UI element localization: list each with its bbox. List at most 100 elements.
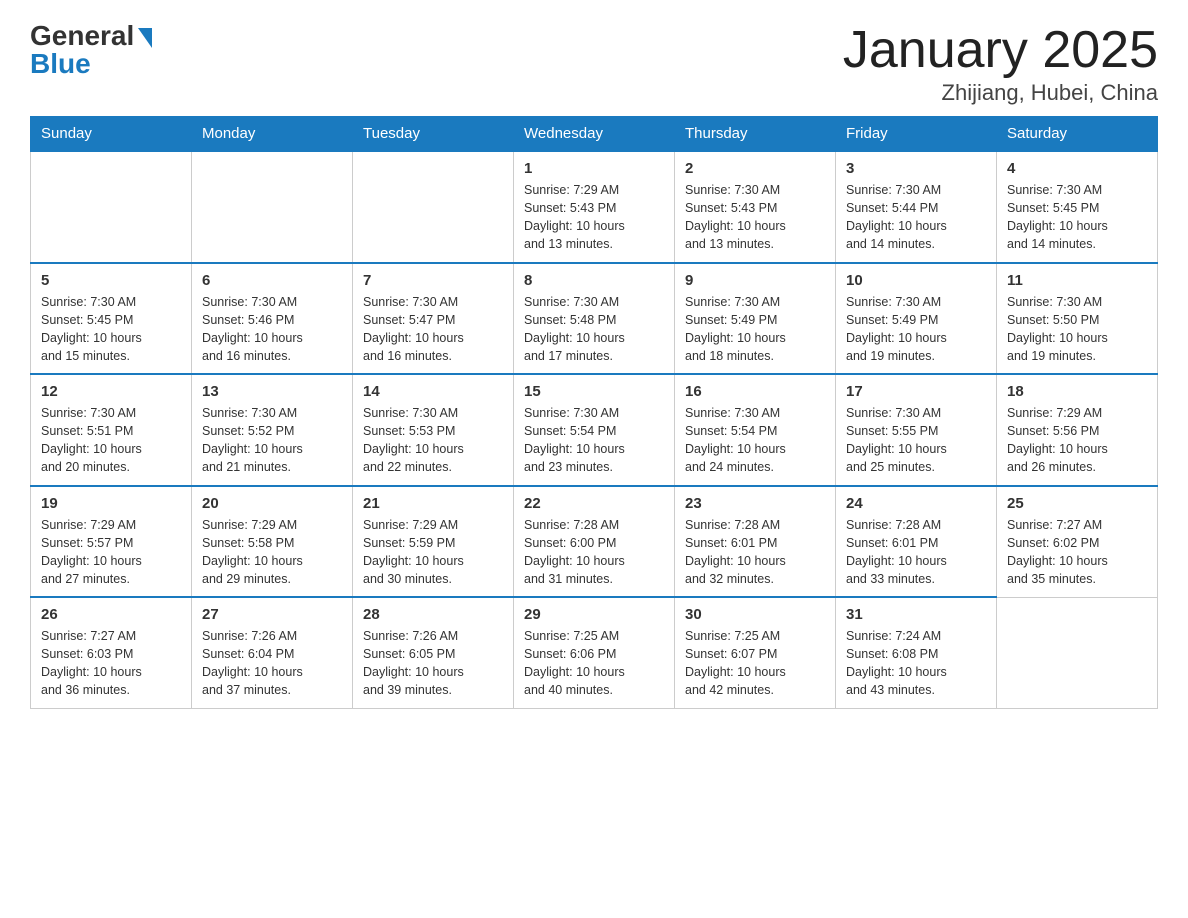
day-info: Sunrise: 7:30 AMSunset: 5:48 PMDaylight:… [524,293,664,366]
calendar-cell: 6 Sunrise: 7:30 AMSunset: 5:46 PMDaylight… [192,263,353,375]
week-row-2: 5 Sunrise: 7:30 AMSunset: 5:45 PMDaylight… [31,263,1158,375]
calendar-cell: 24Sunrise: 7:28 AMSunset: 6:01 PMDayligh… [836,486,997,598]
title-block: January 2025 Zhijiang, Hubei, China [843,20,1158,106]
day-number: 13 [202,383,342,400]
day-number: 25 [1007,495,1147,512]
calendar-cell: 7 Sunrise: 7:30 AMSunset: 5:47 PMDaylight… [353,263,514,375]
calendar-cell: 2Sunrise: 7:30 AMSunset: 5:43 PMDaylight… [675,151,836,263]
day-info: Sunrise: 7:30 AMSunset: 5:44 PMDaylight:… [846,181,986,254]
calendar-cell: 1Sunrise: 7:29 AMSunset: 5:43 PMDaylight… [514,151,675,263]
weekday-header-row: SundayMondayTuesdayWednesdayThursdayFrid… [31,117,1158,152]
weekday-header-tuesday: Tuesday [353,117,514,152]
day-number: 16 [685,383,825,400]
day-number: 23 [685,495,825,512]
calendar-table: SundayMondayTuesdayWednesdayThursdayFrid… [30,116,1158,709]
day-info: Sunrise: 7:28 AMSunset: 6:01 PMDaylight:… [685,516,825,589]
logo: General Blue [30,20,152,80]
calendar-cell: 13 Sunrise: 7:30 AMSunset: 5:52 PMDayligh… [192,374,353,486]
day-number: 18 [1007,383,1147,400]
calendar-cell: 11 Sunrise: 7:30 AMSunset: 5:50 PMDayligh… [997,263,1158,375]
calendar-cell [31,151,192,263]
day-info: Sunrise: 7:30 AMSunset: 5:50 PMDaylight:… [1007,293,1147,366]
calendar-cell [997,597,1158,708]
weekday-header-monday: Monday [192,117,353,152]
day-number: 2 [685,160,825,177]
page-header: General Blue January 2025 Zhijiang, Hube… [30,20,1158,106]
day-number: 8 [524,272,664,289]
calendar-cell: 19 Sunrise: 7:29 AMSunset: 5:57 PMDayligh… [31,486,192,598]
day-info: Sunrise: 7:30 AMSunset: 5:49 PMDaylight:… [685,293,825,366]
calendar-cell: 23 Sunrise: 7:28 AMSunset: 6:01 PMDayligh… [675,486,836,598]
day-info: Sunrise: 7:28 AMSunset: 6:01 PMDaylight:… [846,516,986,589]
calendar-cell: 3 Sunrise: 7:30 AMSunset: 5:44 PMDaylight… [836,151,997,263]
day-info: Sunrise: 7:30 AMSunset: 5:46 PMDaylight:… [202,293,342,366]
calendar-cell: 18 Sunrise: 7:29 AMSunset: 5:56 PMDayligh… [997,374,1158,486]
day-number: 17 [846,383,986,400]
day-info: Sunrise: 7:29 AMSunset: 5:58 PMDaylight:… [202,516,342,589]
day-number: 14 [363,383,503,400]
calendar-cell: 14 Sunrise: 7:30 AMSunset: 5:53 PMDayligh… [353,374,514,486]
calendar-cell: 21Sunrise: 7:29 AMSunset: 5:59 PMDayligh… [353,486,514,598]
day-info: Sunrise: 7:27 AMSunset: 6:03 PMDaylight:… [41,627,181,700]
week-row-4: 19 Sunrise: 7:29 AMSunset: 5:57 PMDayligh… [31,486,1158,598]
day-info: Sunrise: 7:26 AMSunset: 6:05 PMDaylight:… [363,627,503,700]
day-number: 30 [685,606,825,623]
day-info: Sunrise: 7:29 AMSunset: 5:59 PMDaylight:… [363,516,503,589]
day-number: 12 [41,383,181,400]
day-number: 28 [363,606,503,623]
day-info: Sunrise: 7:25 AMSunset: 6:07 PMDaylight:… [685,627,825,700]
day-number: 11 [1007,272,1147,289]
day-number: 9 [685,272,825,289]
day-number: 22 [524,495,664,512]
calendar-cell: 5 Sunrise: 7:30 AMSunset: 5:45 PMDaylight… [31,263,192,375]
day-number: 26 [41,606,181,623]
calendar-cell: 17Sunrise: 7:30 AMSunset: 5:55 PMDayligh… [836,374,997,486]
logo-triangle-icon [138,28,152,48]
day-info: Sunrise: 7:30 AMSunset: 5:49 PMDaylight:… [846,293,986,366]
calendar-cell: 22Sunrise: 7:28 AMSunset: 6:00 PMDayligh… [514,486,675,598]
calendar-title: January 2025 [843,20,1158,80]
calendar-cell: 8 Sunrise: 7:30 AMSunset: 5:48 PMDaylight… [514,263,675,375]
calendar-cell: 28 Sunrise: 7:26 AMSunset: 6:05 PMDayligh… [353,597,514,708]
day-info: Sunrise: 7:25 AMSunset: 6:06 PMDaylight:… [524,627,664,700]
weekday-header-friday: Friday [836,117,997,152]
week-row-3: 12 Sunrise: 7:30 AMSunset: 5:51 PMDayligh… [31,374,1158,486]
day-info: Sunrise: 7:30 AMSunset: 5:45 PMDaylight:… [41,293,181,366]
day-number: 10 [846,272,986,289]
day-number: 7 [363,272,503,289]
day-info: Sunrise: 7:29 AMSunset: 5:56 PMDaylight:… [1007,404,1147,477]
weekday-header-wednesday: Wednesday [514,117,675,152]
day-info: Sunrise: 7:27 AMSunset: 6:02 PMDaylight:… [1007,516,1147,589]
day-info: Sunrise: 7:24 AMSunset: 6:08 PMDaylight:… [846,627,986,700]
day-info: Sunrise: 7:30 AMSunset: 5:53 PMDaylight:… [363,404,503,477]
day-number: 3 [846,160,986,177]
calendar-cell: 12 Sunrise: 7:30 AMSunset: 5:51 PMDayligh… [31,374,192,486]
weekday-header-saturday: Saturday [997,117,1158,152]
calendar-cell [192,151,353,263]
day-number: 19 [41,495,181,512]
calendar-cell: 16Sunrise: 7:30 AMSunset: 5:54 PMDayligh… [675,374,836,486]
day-info: Sunrise: 7:30 AMSunset: 5:52 PMDaylight:… [202,404,342,477]
day-number: 31 [846,606,986,623]
calendar-cell: 4Sunrise: 7:30 AMSunset: 5:45 PMDaylight… [997,151,1158,263]
day-number: 1 [524,160,664,177]
logo-blue-text: Blue [30,48,91,80]
calendar-cell: 29Sunrise: 7:25 AMSunset: 6:06 PMDayligh… [514,597,675,708]
calendar-cell: 10 Sunrise: 7:30 AMSunset: 5:49 PMDayligh… [836,263,997,375]
day-info: Sunrise: 7:30 AMSunset: 5:51 PMDaylight:… [41,404,181,477]
weekday-header-thursday: Thursday [675,117,836,152]
day-info: Sunrise: 7:30 AMSunset: 5:54 PMDaylight:… [524,404,664,477]
day-number: 20 [202,495,342,512]
day-info: Sunrise: 7:30 AMSunset: 5:47 PMDaylight:… [363,293,503,366]
calendar-cell: 25 Sunrise: 7:27 AMSunset: 6:02 PMDayligh… [997,486,1158,598]
calendar-cell [353,151,514,263]
calendar-cell: 30 Sunrise: 7:25 AMSunset: 6:07 PMDayligh… [675,597,836,708]
day-info: Sunrise: 7:29 AMSunset: 5:57 PMDaylight:… [41,516,181,589]
week-row-5: 26 Sunrise: 7:27 AMSunset: 6:03 PMDayligh… [31,597,1158,708]
calendar-cell: 31 Sunrise: 7:24 AMSunset: 6:08 PMDayligh… [836,597,997,708]
calendar-cell: 9 Sunrise: 7:30 AMSunset: 5:49 PMDaylight… [675,263,836,375]
weekday-header-sunday: Sunday [31,117,192,152]
day-number: 15 [524,383,664,400]
day-number: 5 [41,272,181,289]
day-number: 6 [202,272,342,289]
